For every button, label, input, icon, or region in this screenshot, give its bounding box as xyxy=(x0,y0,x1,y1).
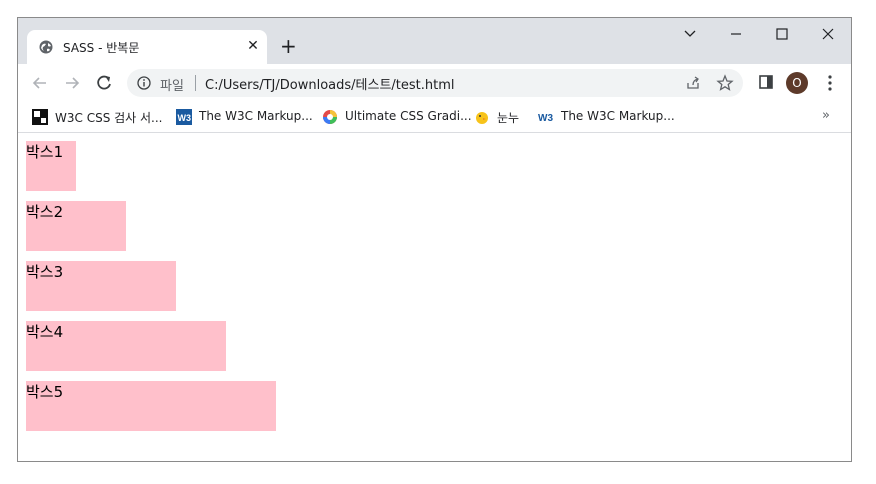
w3c-validator-icon xyxy=(32,109,48,125)
svg-text:W3: W3 xyxy=(538,113,553,124)
noonnu-chick-icon xyxy=(476,112,488,124)
tab-search-icon[interactable] xyxy=(680,24,700,44)
tab-title: SASS - 반복문 xyxy=(63,41,140,55)
info-icon[interactable] xyxy=(137,76,151,90)
title-bar: SASS - 반복문 ✕ + xyxy=(18,18,851,64)
maximize-icon[interactable] xyxy=(772,24,792,44)
close-window-icon[interactable] xyxy=(818,24,838,44)
divider xyxy=(195,75,196,91)
browser-window: SASS - 반복문 ✕ + 파일 C:/Users/TJ/Downloads/… xyxy=(17,17,852,462)
w3c-text-icon: W3 xyxy=(538,113,553,124)
box-5: 박스5 xyxy=(26,381,276,431)
forward-arrow-icon[interactable] xyxy=(62,73,82,93)
reload-icon[interactable] xyxy=(94,73,114,93)
box-1: 박스1 xyxy=(26,141,76,191)
w3c-blue-icon: W3 xyxy=(176,109,192,125)
address-bar[interactable]: 파일 C:/Users/TJ/Downloads/테스트/test.html xyxy=(127,69,743,97)
box-4: 박스4 xyxy=(26,321,226,371)
url-text[interactable]: C:/Users/TJ/Downloads/테스트/test.html xyxy=(205,74,455,93)
page-content: 박스1 박스2 박스3 박스4 박스5 xyxy=(18,133,851,461)
gradient-wheel-icon xyxy=(323,110,337,124)
minimize-icon[interactable] xyxy=(726,24,746,44)
new-tab-button[interactable]: + xyxy=(280,36,297,56)
bookmark-star-icon[interactable] xyxy=(716,74,734,92)
box-2: 박스2 xyxy=(26,201,126,251)
svg-text:W3: W3 xyxy=(178,113,192,123)
bookmarks-overflow-button[interactable]: » xyxy=(822,108,830,123)
globe-icon xyxy=(39,40,53,54)
side-panel-icon[interactable] xyxy=(758,74,774,90)
box-3: 박스3 xyxy=(26,261,176,311)
scheme-label: 파일 xyxy=(160,79,184,94)
tab-close-button[interactable]: ✕ xyxy=(245,38,261,54)
more-menu-icon[interactable] xyxy=(822,74,838,92)
bookmarks-bar: W3C CSS 검사 서... W3 The W3C Markup... Ult… xyxy=(18,102,851,133)
toolbar: 파일 C:/Users/TJ/Downloads/테스트/test.html O xyxy=(18,64,851,102)
back-arrow-icon[interactable] xyxy=(30,73,50,93)
profile-avatar[interactable]: O xyxy=(786,72,808,94)
share-icon[interactable] xyxy=(685,75,701,91)
browser-tab[interactable]: SASS - 반복문 ✕ xyxy=(27,30,267,64)
